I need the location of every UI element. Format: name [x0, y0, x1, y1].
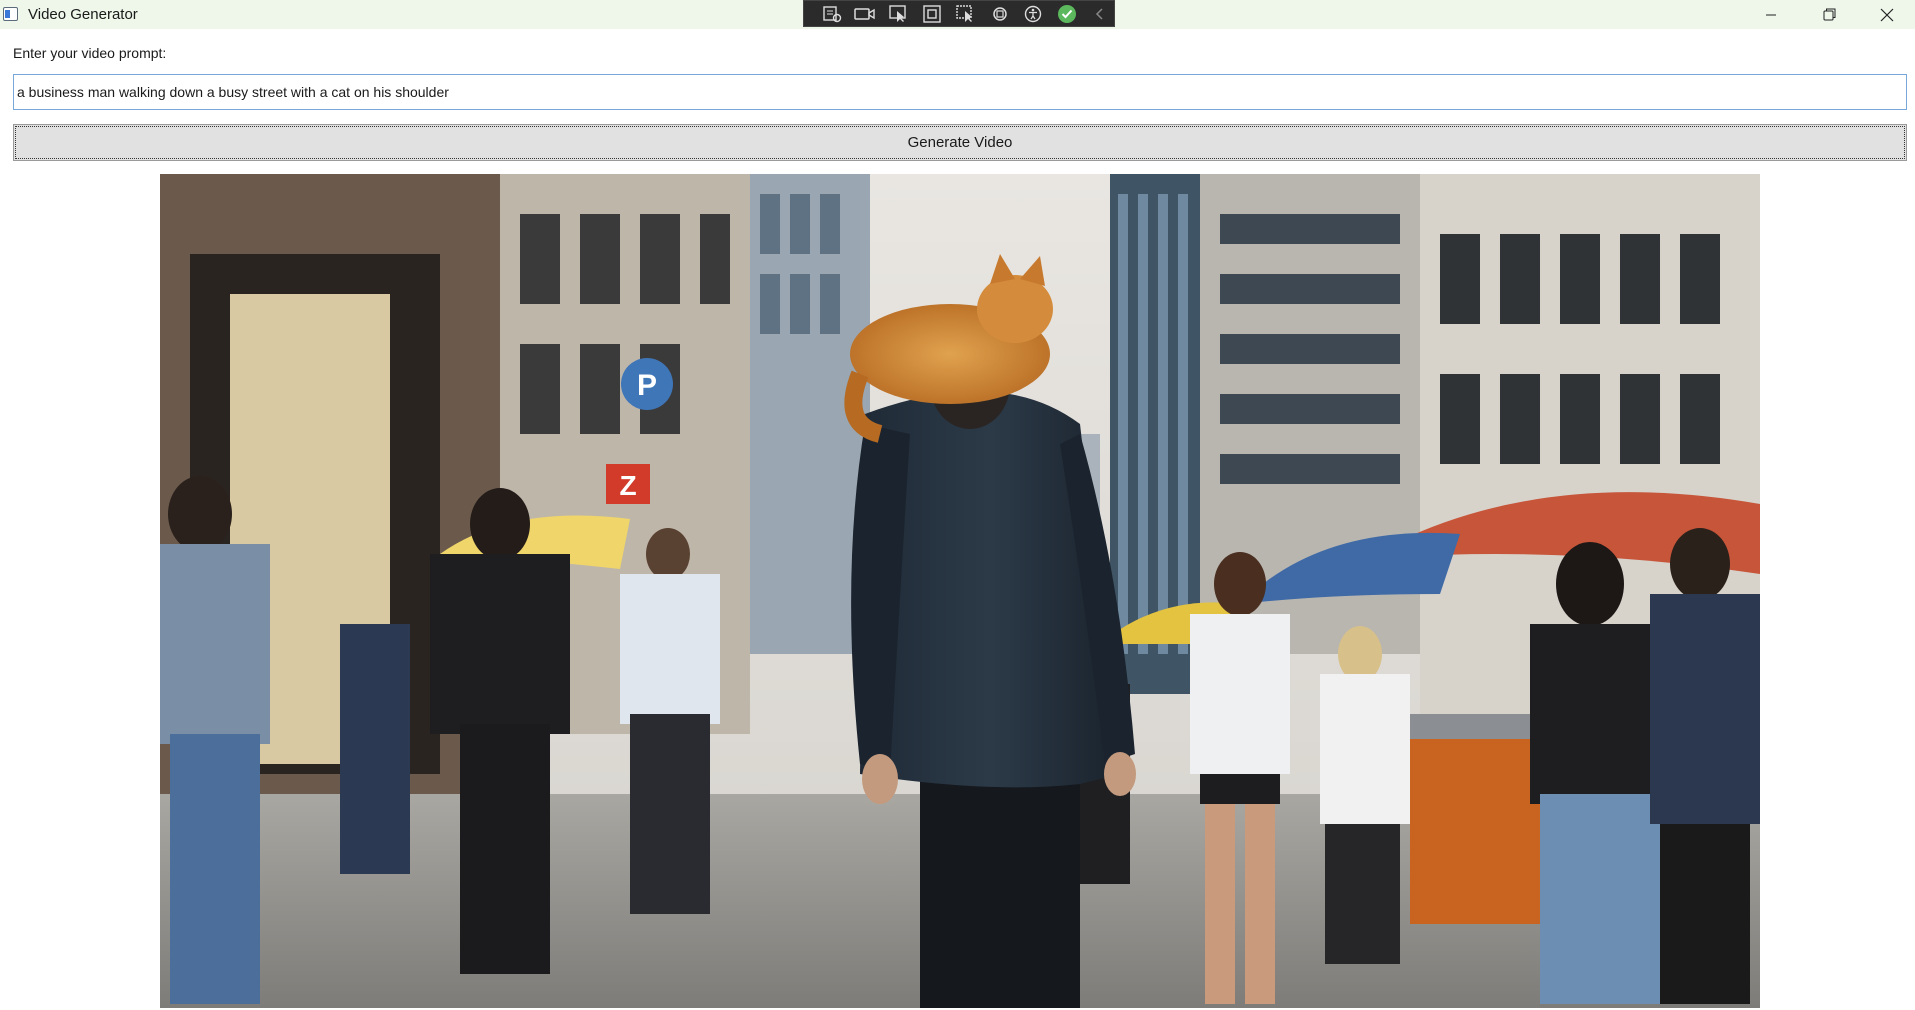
generate-video-button-label: Generate Video	[907, 134, 1013, 151]
close-icon	[1880, 8, 1894, 21]
parking-sign-text: P	[637, 369, 657, 402]
select-element-icon[interactable]	[885, 3, 913, 25]
restore-icon	[1823, 8, 1835, 21]
minimize-button[interactable]	[1742, 0, 1800, 29]
prompt-input[interactable]	[13, 74, 1907, 110]
collapse-chevron-icon[interactable]	[1087, 3, 1115, 25]
hot-reload-icon[interactable]	[986, 3, 1014, 25]
title-bar: Video Generator	[0, 0, 1915, 29]
video-scene: P Z	[160, 174, 1760, 1008]
z-sign-text: Z	[619, 470, 636, 501]
display-layout-adorners-icon[interactable]	[919, 3, 947, 25]
track-focused-element-icon[interactable]	[952, 3, 980, 25]
app-icon	[3, 7, 18, 21]
accessibility-icon[interactable]	[1019, 3, 1047, 25]
prompt-label: Enter your video prompt:	[13, 45, 167, 61]
checkmark-icon[interactable]	[1053, 3, 1081, 25]
window-title: Video Generator	[28, 6, 138, 23]
generate-video-button[interactable]: Generate Video	[13, 124, 1907, 161]
restore-button[interactable]	[1800, 0, 1858, 29]
close-button[interactable]	[1858, 0, 1915, 29]
video-frame: P Z	[160, 174, 1760, 1008]
video-icon[interactable]	[852, 3, 880, 25]
minimize-icon	[1766, 14, 1776, 15]
live-visual-tree-icon[interactable]	[818, 3, 846, 25]
debug-toolbar	[803, 0, 1115, 27]
